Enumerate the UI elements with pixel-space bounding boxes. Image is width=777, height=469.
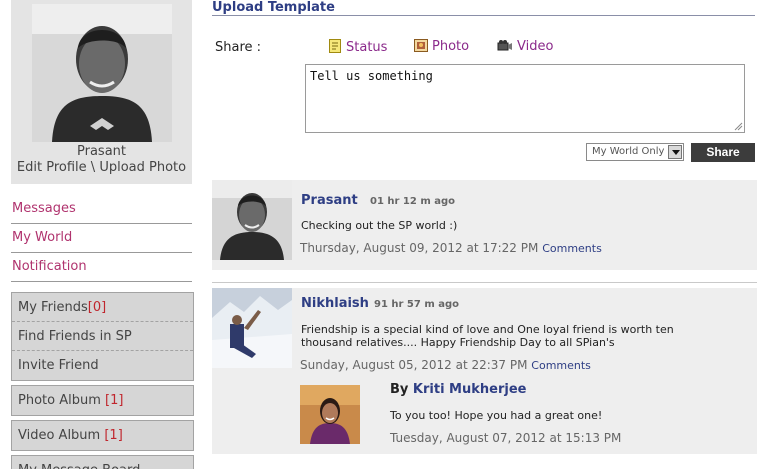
upload-photo-link[interactable]: Upload Photo: [99, 160, 186, 175]
privacy-select[interactable]: My World Only: [586, 143, 684, 161]
profile-avatar[interactable]: [32, 4, 172, 142]
reply-author-name[interactable]: Kriti Mukherjee: [413, 382, 527, 397]
video-label: Video: [517, 39, 554, 54]
video-camera-icon: [497, 40, 513, 56]
post-time-ago: 01 hr 12 m ago: [370, 196, 456, 207]
friends-count: [0]: [87, 300, 107, 315]
post-author-avatar[interactable]: [212, 180, 292, 260]
feed-divider: [212, 282, 757, 283]
post-text: Checking out the SP world :): [301, 219, 458, 232]
messages-link[interactable]: Messages: [11, 196, 192, 224]
share-video-option[interactable]: Video: [497, 39, 553, 56]
photo-label: Photo: [432, 39, 470, 54]
link-separator: \: [90, 160, 96, 175]
reply-text: To you too! Hope you had a great one!: [390, 409, 603, 422]
find-friends-item[interactable]: Find Friends in SP: [12, 322, 193, 351]
picture-icon: [414, 39, 428, 56]
comments-link[interactable]: Comments: [542, 242, 602, 255]
photo-album-count: [1]: [105, 393, 124, 408]
post-author-name[interactable]: Nikhlaish: [301, 296, 369, 311]
edit-profile-link[interactable]: Edit Profile: [17, 160, 87, 175]
photo-album-item[interactable]: Photo Album [1]: [12, 386, 193, 415]
video-album-count: [1]: [104, 428, 123, 443]
share-status-option[interactable]: Status: [329, 39, 387, 57]
chevron-down-icon[interactable]: [668, 145, 682, 159]
upload-template-title: Upload Template: [212, 0, 335, 15]
profile-links: Edit Profile \ Upload Photo: [11, 160, 192, 175]
share-label: Share :: [215, 40, 262, 55]
video-album-group: Video Album [1]: [11, 420, 194, 451]
post-author-name[interactable]: Prasant: [301, 193, 358, 208]
post-date: Thursday, August 09, 2012 at 17:22 PM Co…: [300, 241, 602, 255]
reply-byline: By Kriti Mukherjee: [390, 382, 526, 397]
notification-link[interactable]: Notification: [11, 254, 192, 282]
post-author-avatar[interactable]: [212, 288, 292, 368]
friends-menu-group: My Friends[0] Find Friends in SP Invite …: [11, 292, 194, 381]
invite-friend-item[interactable]: Invite Friend: [12, 351, 193, 380]
share-button[interactable]: Share: [691, 143, 755, 162]
status-label: Status: [346, 40, 388, 55]
comments-link[interactable]: Comments: [531, 359, 591, 372]
post-date-text: Thursday, August 09, 2012 at 17:22 PM: [300, 241, 539, 255]
reply-by-label: By: [390, 382, 409, 397]
profile-name: Prasant: [77, 144, 126, 159]
note-icon: [329, 39, 342, 57]
post-date-text: Sunday, August 05, 2012 at 22:37 PM: [300, 358, 528, 372]
privacy-value: My World Only: [592, 146, 665, 157]
message-board-item[interactable]: My Message Board: [12, 456, 193, 469]
status-textarea[interactable]: Tell us something: [305, 64, 745, 133]
message-board-group: My Message Board: [11, 455, 194, 469]
my-world-link[interactable]: My World: [11, 225, 192, 253]
reply-date: Tuesday, August 07, 2012 at 15:13 PM: [390, 431, 622, 445]
post-date: Sunday, August 05, 2012 at 22:37 PM Comm…: [300, 358, 591, 372]
photo-album-group: Photo Album [1]: [11, 385, 194, 416]
post-time-ago: 91 hr 57 m ago: [374, 299, 460, 310]
textarea-resize-grip[interactable]: [734, 122, 743, 131]
profile-box: Prasant Edit Profile \ Upload Photo: [11, 0, 192, 184]
reply-author-avatar[interactable]: [300, 385, 360, 444]
title-divider: [212, 15, 755, 16]
post-text: Friendship is a special kind of love and…: [301, 323, 674, 349]
video-album-item[interactable]: Video Album [1]: [12, 421, 193, 450]
share-photo-option[interactable]: Photo: [414, 39, 469, 56]
my-friends-item[interactable]: My Friends[0]: [12, 293, 193, 322]
